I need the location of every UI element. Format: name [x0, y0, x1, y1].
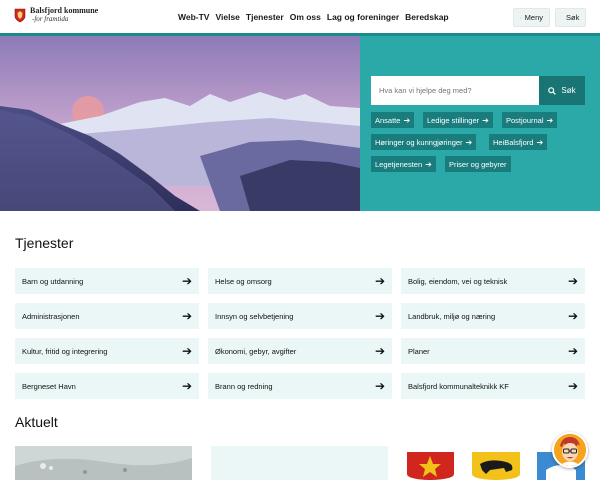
- service-tile-kultur[interactable]: Kultur, fritid og integrering ➔: [15, 338, 199, 364]
- service-tile-kommunalteknikk[interactable]: Balsfjord kommunalteknikk KF ➔: [401, 373, 585, 399]
- arrow-right-icon: ➔: [181, 379, 192, 393]
- service-tile-label: Kultur, fritid og integrering: [22, 346, 108, 356]
- service-tile-label: Brann og redning: [215, 381, 273, 391]
- quick-link-priser-og-gebyrer[interactable]: Priser og gebyrer: [445, 156, 511, 172]
- quick-link-label: Postjournal: [506, 115, 544, 125]
- quick-link-label: Høringer og kunngjøringer: [375, 137, 463, 147]
- arrow-right-icon: ➔: [374, 274, 385, 288]
- logo-name: Balsfjord kommune: [30, 6, 99, 15]
- nav-web-tv[interactable]: Web-TV: [178, 12, 209, 22]
- service-tile-barn-og-utdanning[interactable]: Barn og utdanning ➔: [15, 268, 199, 294]
- arrow-right-icon: ➔: [536, 137, 544, 147]
- nav-lag-og-foreninger[interactable]: Lag og foreninger: [327, 12, 399, 22]
- nav-vielse[interactable]: Vielse: [215, 12, 239, 22]
- service-tile-label: Balsfjord kommunalteknikk KF: [408, 381, 509, 391]
- hamburger-icon: [520, 17, 521, 18]
- arrow-right-icon: ➔: [403, 115, 411, 125]
- service-tile-brann[interactable]: Brann og redning ➔: [208, 373, 392, 399]
- quick-link-ledige-stillinger[interactable]: Ledige stillinger ➔: [423, 112, 493, 128]
- arrow-right-icon: ➔: [567, 274, 578, 288]
- arrow-right-icon: ➔: [181, 344, 192, 358]
- search-icon: [548, 86, 557, 95]
- service-tile-bergneset-havn[interactable]: Bergneset Havn ➔: [15, 373, 199, 399]
- logo-tagline: -for framtida: [32, 15, 69, 23]
- quick-link-label: HeiBalsfjord: [493, 137, 534, 147]
- service-tile-label: Administrasjonen: [22, 311, 80, 321]
- service-tile-label: Økonomi, gebyr, avgifter: [215, 346, 297, 356]
- quick-link-label: Legetjenesten: [375, 159, 423, 169]
- nav-tjenester[interactable]: Tjenester: [246, 12, 284, 22]
- header-search-label: Søk: [566, 13, 580, 22]
- news-card-placeholder[interactable]: [211, 446, 388, 480]
- aktuelt-heading: Aktuelt: [15, 414, 58, 430]
- nav-om-oss[interactable]: Om oss: [290, 12, 321, 22]
- arrow-right-icon: ➔: [374, 309, 385, 323]
- service-tile-label: Innsyn og selvbetjening: [215, 311, 294, 321]
- arrow-right-icon: ➔: [465, 137, 473, 147]
- arrow-right-icon: ➔: [181, 274, 192, 288]
- quick-link-legetjenesten[interactable]: Legetjenesten ➔: [371, 156, 436, 172]
- arrow-right-icon: ➔: [374, 379, 385, 393]
- search-submit-label: Søk: [561, 86, 576, 95]
- hero-section: Søk Ansatte➔ Ledige stillinger➔ Postjour…: [0, 36, 600, 211]
- service-tile-label: Bergneset Havn: [22, 381, 76, 391]
- arrow-right-icon: ➔: [567, 379, 578, 393]
- quick-link-postjournal[interactable]: Postjournal ➔: [502, 112, 558, 128]
- service-tile-label: Landbruk, miljø og næring: [408, 311, 496, 321]
- quick-link-label: Priser og gebyrer: [449, 159, 507, 169]
- service-tile-bolig-eiendom[interactable]: Bolig, eiendom, vei og teknisk ➔: [401, 268, 585, 294]
- quick-link-label: Ansatte: [375, 115, 401, 125]
- arrow-right-icon: ➔: [567, 309, 578, 323]
- service-tile-innsyn[interactable]: Innsyn og selvbetjening ➔: [208, 303, 392, 329]
- service-tile-planer[interactable]: Planer ➔: [401, 338, 585, 364]
- menu-button[interactable]: Meny: [513, 8, 550, 27]
- coat-of-arms-icon: [14, 8, 26, 22]
- arrow-right-icon: ➔: [374, 344, 385, 358]
- hero-mountain-image: [0, 36, 360, 211]
- chat-assistant-button[interactable]: [552, 432, 588, 468]
- service-tile-label: Barn og utdanning: [22, 276, 84, 286]
- search-field-wrapper: [371, 76, 539, 105]
- arrow-right-icon: ➔: [546, 115, 554, 125]
- service-tile-label: Bolig, eiendom, vei og teknisk: [408, 276, 508, 286]
- news-card-image[interactable]: [15, 446, 192, 480]
- search-submit-button[interactable]: Søk: [539, 76, 585, 105]
- arrow-right-icon: ➔: [425, 159, 432, 169]
- service-tile-label: Planer: [408, 346, 430, 356]
- header-search-button[interactable]: Søk: [555, 8, 586, 27]
- menu-label: Meny: [524, 13, 543, 22]
- site-header: Balsfjord kommune -for framtida Web-TV V…: [0, 0, 600, 36]
- service-tile-helse-og-omsorg[interactable]: Helse og omsorg ➔: [208, 268, 392, 294]
- site-logo[interactable]: Balsfjord kommune -for framtida: [14, 7, 98, 23]
- arrow-right-icon: ➔: [567, 344, 578, 358]
- quick-link-ansatte[interactable]: Ansatte ➔: [371, 112, 415, 128]
- news-image-aerial: [15, 446, 192, 480]
- quick-link-heibalsfjord[interactable]: HeiBalsfjord ➔: [489, 134, 548, 150]
- hero-search-panel: Søk Ansatte➔ Ledige stillinger➔ Postjour…: [360, 36, 600, 211]
- tjenester-heading: Tjenester: [15, 235, 74, 251]
- search-input[interactable]: [379, 86, 529, 95]
- nav-beredskap[interactable]: Beredskap: [405, 12, 448, 22]
- service-tile-okonomi[interactable]: Økonomi, gebyr, avgifter ➔: [208, 338, 392, 364]
- quick-link-label: Ledige stillinger: [427, 115, 480, 125]
- quick-link-horinger[interactable]: Høringer og kunngjøringer ➔: [371, 134, 477, 150]
- main-nav: Web-TV Vielse Tjenester Om oss Lag og fo…: [178, 12, 449, 22]
- arrow-right-icon: ➔: [482, 115, 489, 125]
- arrow-right-icon: ➔: [181, 309, 192, 323]
- service-tile-label: Helse og omsorg: [215, 276, 272, 286]
- chat-avatar-icon: [554, 434, 586, 466]
- service-tile-landbruk[interactable]: Landbruk, miljø og næring ➔: [401, 303, 585, 329]
- service-tile-administrasjonen[interactable]: Administrasjonen ➔: [15, 303, 199, 329]
